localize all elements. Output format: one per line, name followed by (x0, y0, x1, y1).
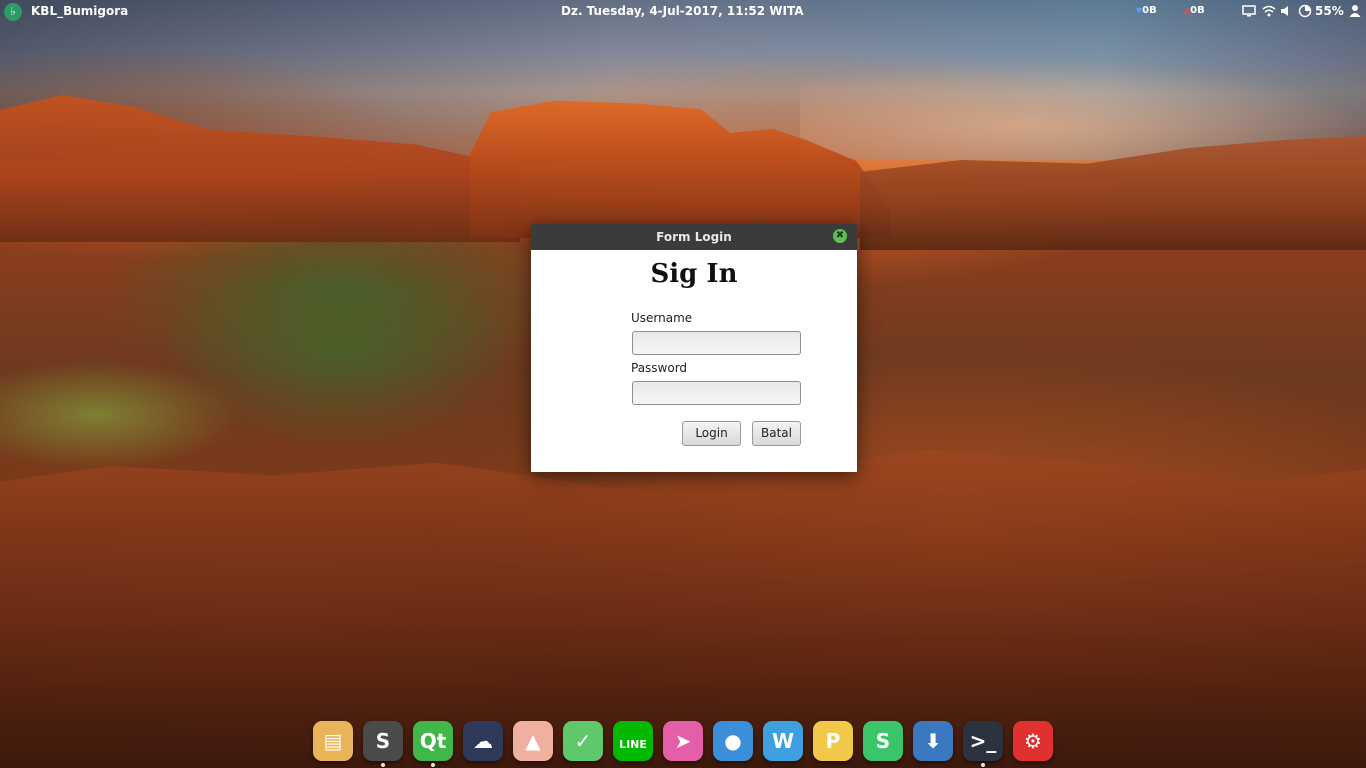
network-upload-indicator: ▲0B (1184, 5, 1205, 16)
mysql-workbench-icon: ☁ (473, 729, 493, 753)
chromium-icon: ● (724, 729, 742, 753)
dock-item-wps-spreadsheet[interactable]: S (863, 721, 903, 761)
login-button[interactable]: Login (682, 421, 741, 446)
dock-item-telegram[interactable]: ➤ (663, 721, 703, 761)
user-icon[interactable] (1349, 4, 1361, 22)
dock-item-inkscape[interactable]: ▲ (513, 721, 553, 761)
notes-app-icon: ▤ (323, 729, 343, 753)
login-dialog: Form Login ✖ Sig In Username Password Lo… (531, 224, 857, 472)
username-input[interactable] (632, 331, 801, 355)
username-label: Username (631, 311, 693, 325)
battery-icon[interactable] (1298, 4, 1312, 22)
wallpaper-grass (0, 360, 240, 470)
wps-presentation-icon: P (825, 729, 841, 753)
running-indicator (981, 763, 985, 767)
dock-item-notes[interactable]: ▤ (313, 721, 353, 761)
distro-logo-icon[interactable]: ♭ (4, 3, 22, 21)
wps-spreadsheet-icon: S (875, 729, 891, 753)
volume-icon[interactable] (1280, 4, 1292, 22)
dock-item-mysql-workbench[interactable]: ☁ (463, 721, 503, 761)
dock-item-qt-creator[interactable]: Qt (413, 721, 453, 761)
telegram-icon: ➤ (674, 729, 692, 753)
wifi-icon[interactable] (1262, 4, 1276, 22)
net-up-value: 0B (1190, 5, 1205, 16)
battery-percentage: 55% (1315, 4, 1344, 18)
inkscape-icon: ▲ (525, 729, 541, 753)
network-download-indicator: ▼0B (1136, 5, 1157, 16)
calendar-icon: ✓ (574, 729, 592, 753)
wps-writer-icon: W (771, 729, 795, 753)
cancel-button[interactable]: Batal (752, 421, 801, 446)
monitor-icon[interactable] (1242, 4, 1256, 22)
dialog-title: Form Login (656, 230, 732, 244)
dock-item-chromium[interactable]: ● (713, 721, 753, 761)
sublime-text-icon: S (375, 729, 391, 753)
close-icon[interactable]: ✖ (833, 229, 847, 243)
dock: ▤ S Qt ☁ ▲ ✓ LINE ➤ ● W P S ⬇ >_ ⚙ (308, 716, 1060, 768)
sign-in-heading: Sig In (650, 259, 738, 289)
net-down-value: 0B (1142, 5, 1157, 16)
clock[interactable]: Dz. Tuesday, 4-Jul-2017, 11:52 WITA (561, 4, 804, 18)
dialog-titlebar[interactable]: Form Login ✖ (531, 224, 857, 250)
dock-item-terminal[interactable]: >_ (963, 721, 1003, 761)
line-messenger-icon: LINE (619, 738, 647, 751)
hostname-label: KBL_Bumigora (31, 4, 129, 18)
dock-item-settings[interactable]: ⚙ (1013, 721, 1053, 761)
password-label: Password (631, 361, 688, 375)
dock-item-calendar[interactable]: ✓ (563, 721, 603, 761)
settings-icon: ⚙ (1024, 729, 1042, 753)
password-input[interactable] (632, 381, 801, 405)
dock-item-wps-presentation[interactable]: P (813, 721, 853, 761)
running-indicator (431, 763, 435, 767)
dock-item-installer[interactable]: ⬇ (913, 721, 953, 761)
terminal-icon: >_ (969, 729, 997, 753)
running-indicator (381, 763, 385, 767)
installer-icon: ⬇ (924, 729, 942, 753)
dock-item-line[interactable]: LINE (613, 721, 653, 761)
dock-item-wps-writer[interactable]: W (763, 721, 803, 761)
dock-item-sublime-text[interactable]: S (363, 721, 403, 761)
qt-creator-icon: Qt (419, 729, 447, 753)
top-panel: ♭ KBL_Bumigora Dz. Tuesday, 4-Jul-2017, … (0, 0, 1366, 24)
